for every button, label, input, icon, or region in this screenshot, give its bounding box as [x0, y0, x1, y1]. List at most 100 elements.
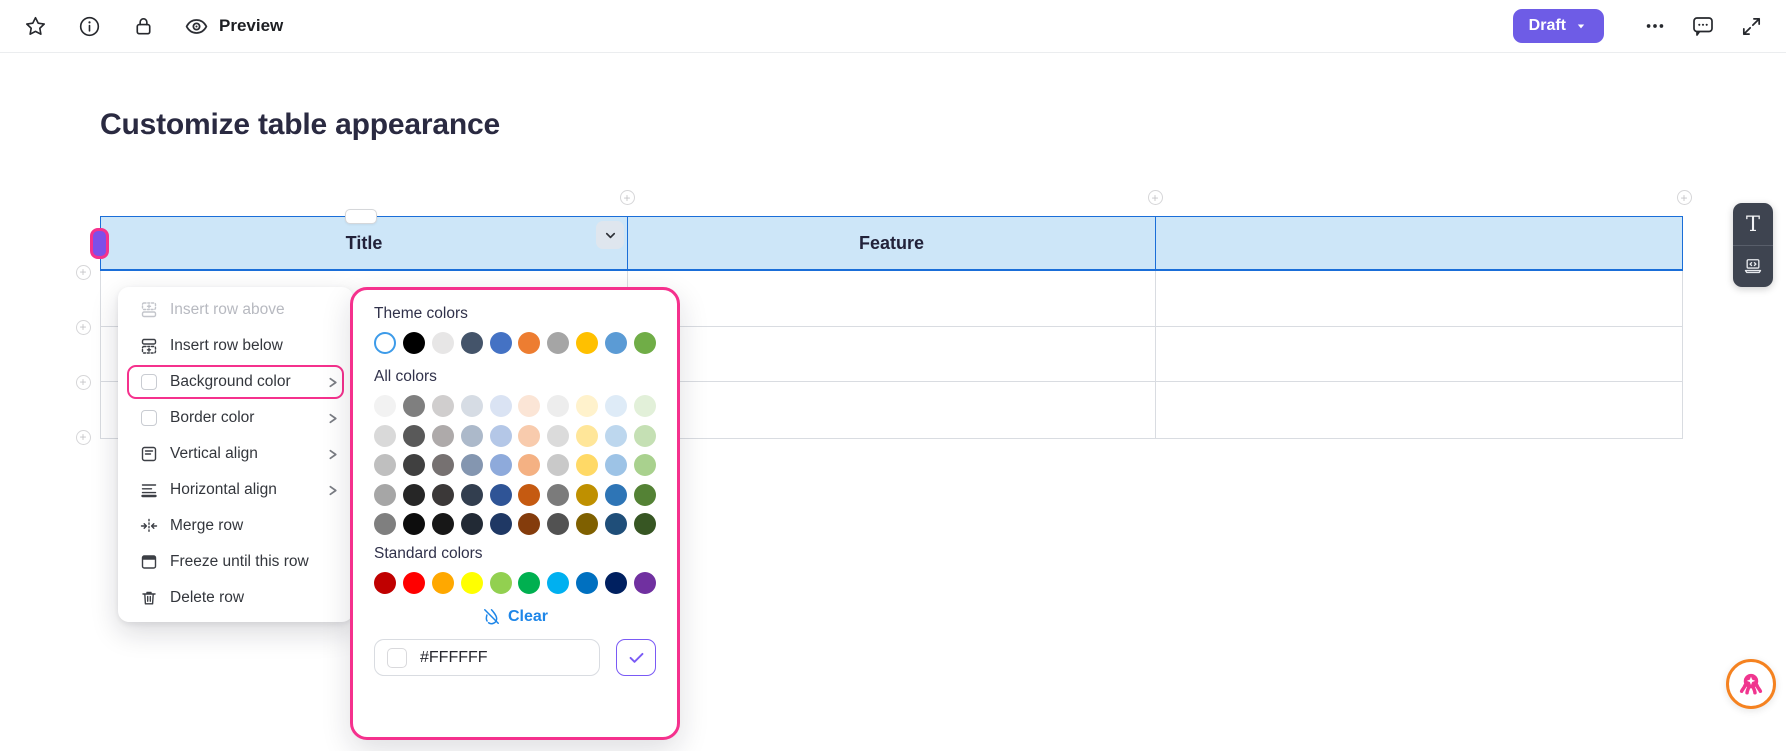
add-column-button[interactable]: +: [1147, 190, 1163, 205]
color-swatch[interactable]: [374, 483, 396, 506]
menu-item-merge-row[interactable]: Merge row: [118, 508, 353, 544]
color-swatch[interactable]: [460, 395, 483, 417]
color-swatch[interactable]: [518, 513, 541, 535]
menu-item-background-color[interactable]: Background color: [118, 364, 353, 400]
color-swatch[interactable]: [576, 572, 599, 594]
color-swatch[interactable]: [633, 572, 656, 594]
color-swatch[interactable]: [605, 513, 627, 535]
color-swatch[interactable]: [547, 483, 570, 506]
color-swatch[interactable]: [518, 395, 541, 417]
color-swatch[interactable]: [547, 513, 570, 535]
color-swatch[interactable]: [489, 483, 512, 506]
menu-item-horizontal-align[interactable]: Horizontal align: [118, 472, 353, 508]
confirm-color-button[interactable]: [616, 639, 656, 676]
color-swatch[interactable]: [402, 572, 425, 594]
row-drag-handle[interactable]: [90, 228, 109, 259]
embed-tool-button[interactable]: [1733, 244, 1773, 288]
color-swatch[interactable]: [374, 332, 396, 354]
color-swatch[interactable]: [460, 332, 483, 354]
color-swatch[interactable]: [460, 513, 483, 535]
clear-color-button[interactable]: Clear: [482, 607, 548, 626]
draft-status-button[interactable]: Draft: [1512, 9, 1604, 43]
color-swatch[interactable]: [576, 332, 599, 354]
color-swatch[interactable]: [489, 454, 512, 476]
color-swatch[interactable]: [576, 395, 599, 417]
color-swatch[interactable]: [633, 513, 656, 535]
table-header-cell[interactable]: Title: [101, 217, 628, 269]
text-tool-button[interactable]: T: [1733, 203, 1773, 245]
color-swatch[interactable]: [431, 332, 454, 354]
color-swatch[interactable]: [547, 454, 570, 476]
color-swatch[interactable]: [431, 454, 454, 476]
color-swatch[interactable]: [633, 332, 656, 354]
menu-item-insert-row-below[interactable]: Insert row below: [118, 328, 353, 364]
table-header-cell[interactable]: [1156, 217, 1682, 269]
add-column-button[interactable]: +: [1676, 190, 1692, 205]
color-swatch[interactable]: [518, 483, 541, 506]
add-row-button[interactable]: +: [75, 264, 91, 280]
color-swatch[interactable]: [431, 513, 454, 535]
color-swatch[interactable]: [605, 454, 627, 476]
color-swatch[interactable]: [374, 513, 396, 535]
add-column-button[interactable]: +: [619, 190, 635, 205]
color-swatch[interactable]: [431, 395, 454, 417]
color-swatch[interactable]: [402, 332, 425, 354]
menu-item-delete-row[interactable]: Delete row: [118, 580, 353, 616]
color-swatch[interactable]: [402, 454, 425, 476]
table-cell[interactable]: [628, 382, 1156, 438]
color-swatch[interactable]: [431, 483, 454, 506]
table-cell[interactable]: [1156, 382, 1682, 438]
hex-color-input[interactable]: [420, 648, 570, 667]
color-swatch[interactable]: [547, 424, 570, 447]
color-swatch[interactable]: [576, 424, 599, 447]
color-swatch[interactable]: [633, 395, 656, 417]
color-swatch[interactable]: [518, 454, 541, 476]
color-swatch[interactable]: [547, 572, 570, 594]
info-button[interactable]: [70, 7, 108, 45]
color-swatch[interactable]: [460, 454, 483, 476]
table-cell[interactable]: [1156, 327, 1682, 382]
color-swatch[interactable]: [547, 395, 570, 417]
color-swatch[interactable]: [431, 424, 454, 447]
color-swatch[interactable]: [402, 424, 425, 447]
more-options-button[interactable]: [1636, 7, 1674, 45]
color-swatch[interactable]: [576, 483, 599, 506]
color-swatch[interactable]: [374, 572, 396, 594]
color-swatch[interactable]: [518, 332, 541, 354]
color-swatch[interactable]: [489, 572, 512, 594]
color-swatch[interactable]: [605, 395, 627, 417]
color-swatch[interactable]: [605, 332, 627, 354]
color-swatch[interactable]: [460, 572, 483, 594]
table-drag-tab[interactable]: [345, 209, 377, 224]
color-swatch[interactable]: [576, 454, 599, 476]
add-row-button[interactable]: +: [75, 374, 91, 390]
color-swatch[interactable]: [633, 483, 656, 506]
preview-toggle[interactable]: Preview: [184, 14, 283, 39]
table-cell[interactable]: [628, 271, 1156, 327]
color-swatch[interactable]: [374, 395, 396, 417]
color-swatch[interactable]: [633, 424, 656, 447]
color-swatch[interactable]: [402, 395, 425, 417]
color-swatch[interactable]: [402, 513, 425, 535]
star-button[interactable]: [16, 7, 54, 45]
comments-button[interactable]: [1684, 7, 1722, 45]
add-row-button[interactable]: +: [75, 319, 91, 335]
color-swatch[interactable]: [402, 483, 425, 506]
table-cell[interactable]: [628, 327, 1156, 382]
color-swatch[interactable]: [576, 513, 599, 535]
color-swatch[interactable]: [605, 424, 627, 447]
menu-item-border-color[interactable]: Border color: [118, 400, 353, 436]
lock-button[interactable]: [124, 7, 162, 45]
color-swatch[interactable]: [374, 424, 396, 447]
color-swatch[interactable]: [489, 424, 512, 447]
color-swatch[interactable]: [460, 483, 483, 506]
color-swatch[interactable]: [374, 454, 396, 476]
color-swatch[interactable]: [518, 424, 541, 447]
table-header-cell[interactable]: Feature: [628, 217, 1156, 269]
add-row-button[interactable]: +: [75, 429, 91, 445]
assistant-mascot-button[interactable]: [1726, 659, 1776, 709]
menu-item-vertical-align[interactable]: Vertical align: [118, 436, 353, 472]
menu-item-freeze-until-row[interactable]: Freeze until this row: [118, 544, 353, 580]
color-swatch[interactable]: [547, 332, 570, 354]
color-swatch[interactable]: [460, 424, 483, 447]
